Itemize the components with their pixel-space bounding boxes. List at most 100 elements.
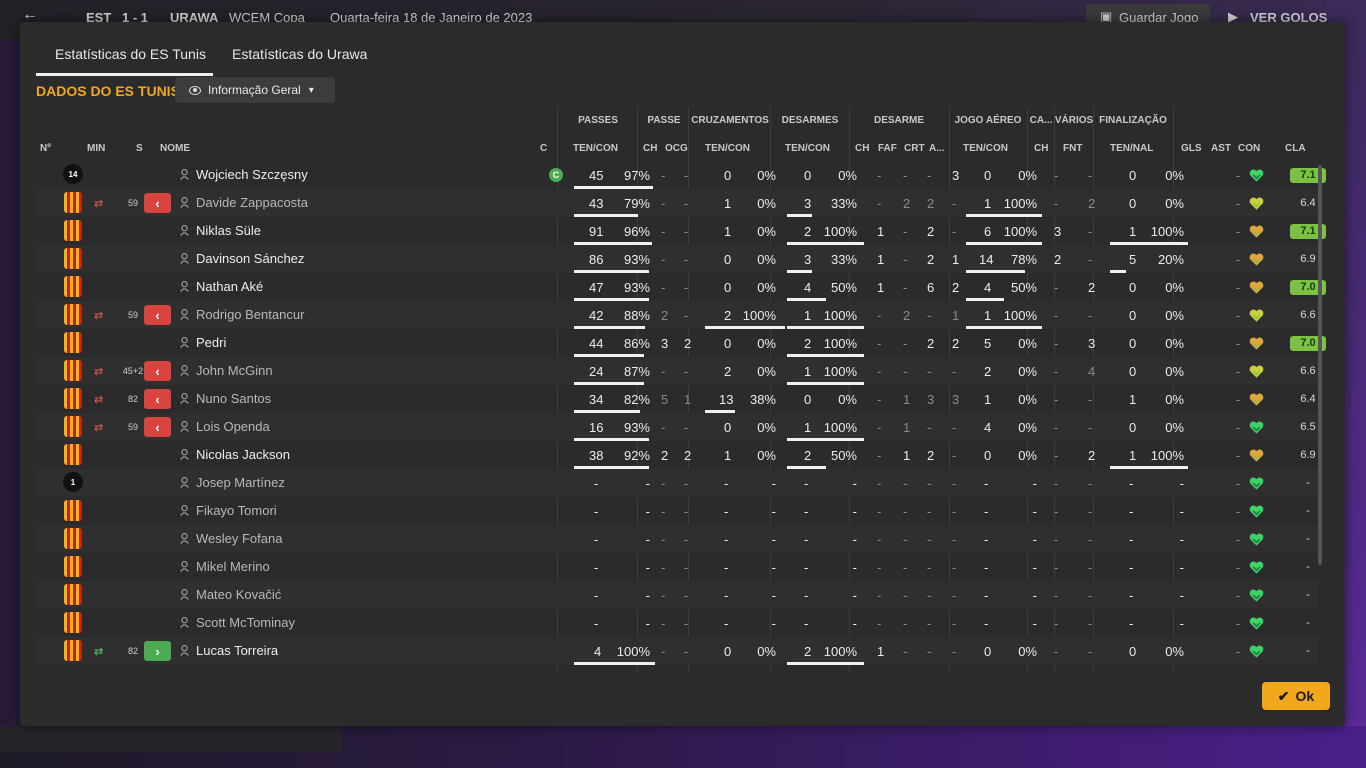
view-dropdown[interactable]: Informação Geral ▾ bbox=[175, 77, 335, 103]
subbed-on-icon[interactable]: › bbox=[144, 641, 171, 661]
table-row[interactable]: Wesley Fofana - - - - - - - - - - - - - - - - - - - - bbox=[36, 525, 1318, 553]
table-row[interactable]: Nathan Aké 47 93% 0 0% 4 50% 4 50% 0 0% - -1-6 2-2-7.… bbox=[36, 273, 1326, 301]
player-profile-icon[interactable] bbox=[180, 505, 189, 516]
player-name[interactable]: Lucas Torreira bbox=[196, 643, 278, 658]
player-profile-icon[interactable] bbox=[180, 393, 189, 404]
scrollbar[interactable] bbox=[1318, 165, 1322, 565]
table-row[interactable]: Fikayo Tomori - - - - - - - - - - - - - - - - - - - - bbox=[36, 497, 1318, 525]
stat-value: - bbox=[661, 420, 666, 435]
player-profile-icon[interactable] bbox=[180, 477, 189, 488]
column-header-passe-ch[interactable]: CH bbox=[643, 143, 657, 154]
player-profile-icon[interactable] bbox=[180, 561, 189, 572]
column-header-ca-ch[interactable]: CH bbox=[1034, 143, 1048, 154]
tab-es-tunis[interactable]: Estatísticas do ES Tunis bbox=[55, 46, 206, 62]
section-title: DADOS DO ES TUNIS bbox=[36, 83, 180, 99]
column-header-no[interactable]: Nº bbox=[40, 143, 51, 154]
player-name[interactable]: Fikayo Tomori bbox=[196, 503, 277, 518]
stat-value: 2 bbox=[684, 336, 692, 351]
column-header-passes[interactable]: TEN/CON bbox=[573, 143, 618, 154]
table-row[interactable]: Pedri 44 86% 0 0% 2 100% 5 0% 0 0% 3 2- -2 2-3-7.0 bbox=[36, 329, 1326, 357]
table-row[interactable]: Nicolas Jackson 38 92% 1 0% 2 50% 0 0% 1 100% 2 2-1 2… bbox=[36, 441, 1318, 469]
table-row[interactable]: Davinson Sánchez 86 93% 0 0% 3 33% 14 78% 5 20% - - 1… bbox=[36, 245, 1318, 273]
table-row[interactable]: ⇄ 82 ‹ Nuno Santos 34 82% 13 38% 0 0% 1 0% 1 0% 5 1-1 3 3… bbox=[36, 385, 1318, 413]
subbed-off-icon[interactable]: ‹ bbox=[144, 361, 171, 381]
player-profile-icon[interactable] bbox=[180, 197, 189, 208]
player-name[interactable]: Niklas Süle bbox=[196, 223, 261, 238]
column-header-ast[interactable]: AST bbox=[1211, 143, 1231, 154]
column-header-c[interactable]: C bbox=[540, 143, 547, 154]
player-name[interactable]: Wojciech Szczęsny bbox=[196, 167, 308, 182]
table-row[interactable]: Mateo Kovačić - - - - - - - - - - - - - - - - - - - - bbox=[36, 581, 1318, 609]
back-arrow-icon[interactable]: ← bbox=[22, 6, 38, 22]
subbed-off-icon[interactable]: ‹ bbox=[144, 305, 171, 325]
column-header-cla[interactable]: CLA bbox=[1285, 143, 1306, 154]
column-header-min[interactable]: MIN bbox=[87, 143, 105, 154]
stat-value: - bbox=[877, 336, 882, 351]
view-goals-label[interactable]: VER GOLOS bbox=[1250, 10, 1327, 22]
subbed-off-icon[interactable]: ‹ bbox=[144, 389, 171, 409]
player-profile-icon[interactable] bbox=[180, 169, 189, 180]
table-row[interactable]: ⇄ 59 ‹ Rodrigo Bentancur 42 88% 2 100% 1 100% 1 100… bbox=[36, 301, 1318, 329]
table-row[interactable]: ⇄ 59 ‹ Lois Openda 16 93% 0 0% 1 100% 4 0% 0 0% - - - 1 - -… bbox=[36, 413, 1318, 441]
column-header-des-a[interactable]: A... bbox=[929, 143, 945, 154]
stat-value: - bbox=[1236, 252, 1241, 267]
player-name[interactable]: Davinson Sánchez bbox=[196, 251, 304, 266]
stat-value: - bbox=[927, 168, 932, 183]
player-profile-icon[interactable] bbox=[180, 225, 189, 236]
player-name[interactable]: Josep Martínez bbox=[196, 475, 285, 490]
player-name[interactable]: Lois Openda bbox=[196, 419, 270, 434]
table-row[interactable]: Niklas Süle 91 96% 1 0% 2 100% 6 100% 1 100% - - 1 - 2 -… bbox=[36, 217, 1326, 245]
column-header-des-ch[interactable]: CH bbox=[855, 143, 869, 154]
player-profile-icon[interactable] bbox=[180, 253, 189, 264]
stat-value: - bbox=[594, 560, 599, 575]
stat-value: 0 bbox=[1129, 420, 1137, 435]
column-header-con[interactable]: CON bbox=[1238, 143, 1260, 154]
player-profile-icon[interactable] bbox=[180, 281, 189, 292]
ok-button[interactable]: ✔ Ok bbox=[1262, 682, 1330, 710]
stat-percent: 100% bbox=[823, 364, 857, 379]
table-row[interactable]: ⇄ 82 › Lucas Torreira 4 100% 0 0% 2 100% 0 0% 0 0% - - 1… bbox=[36, 637, 1318, 665]
table-row[interactable]: ⇄ 59 ‹ Davide Zappacosta 43 79% 1 0% 3 33% 1 100% 0 0… bbox=[36, 189, 1318, 217]
column-header-desarmes[interactable]: TEN/CON bbox=[785, 143, 830, 154]
player-profile-icon[interactable] bbox=[180, 617, 189, 628]
player-name[interactable]: John McGinn bbox=[196, 363, 273, 378]
column-header-var-fnt[interactable]: FNT bbox=[1063, 143, 1082, 154]
player-profile-icon[interactable] bbox=[180, 589, 189, 600]
subbed-off-icon[interactable]: ‹ bbox=[144, 417, 171, 437]
player-name[interactable]: Nathan Aké bbox=[196, 279, 263, 294]
player-profile-icon[interactable] bbox=[180, 337, 189, 348]
column-header-des-faf[interactable]: FAF bbox=[878, 143, 897, 154]
player-profile-icon[interactable] bbox=[180, 309, 189, 320]
player-name[interactable]: Mikel Merino bbox=[196, 559, 270, 574]
player-profile-icon[interactable] bbox=[180, 645, 189, 656]
player-profile-icon[interactable] bbox=[180, 449, 189, 460]
column-header-cruz[interactable]: TEN/CON bbox=[705, 143, 750, 154]
table-row[interactable]: ⇄ 45+2 ‹ John McGinn 24 87% 2 0% 1 100% 2 0% 0 0% - - - -… bbox=[36, 357, 1318, 385]
eye-icon bbox=[189, 85, 201, 95]
column-header-s[interactable]: S bbox=[136, 143, 143, 154]
player-profile-icon[interactable] bbox=[180, 365, 189, 376]
column-header-aereo[interactable]: TEN/CON bbox=[963, 143, 1008, 154]
table-row[interactable]: Scott McTominay - - - - - - - - - - - - - - - - - - - - bbox=[36, 609, 1318, 637]
table-row[interactable]: Mikel Merino - - - - - - - - - - - - - - - - - - - - bbox=[36, 553, 1318, 581]
column-header-gls[interactable]: GLS bbox=[1181, 143, 1202, 154]
column-header-passe-ocg[interactable]: OCG bbox=[665, 143, 688, 154]
subbed-off-icon[interactable]: ‹ bbox=[144, 193, 171, 213]
player-name[interactable]: Davide Zappacosta bbox=[196, 195, 308, 210]
player-name[interactable]: Pedri bbox=[196, 335, 226, 350]
column-header-des-crt[interactable]: CRT bbox=[904, 143, 925, 154]
player-profile-icon[interactable] bbox=[180, 533, 189, 544]
tab-urawa[interactable]: Estatísticas do Urawa bbox=[232, 46, 367, 62]
player-name[interactable]: Rodrigo Bentancur bbox=[196, 307, 304, 322]
player-name[interactable]: Mateo Kovačić bbox=[196, 587, 281, 602]
player-name[interactable]: Nicolas Jackson bbox=[196, 447, 290, 462]
player-name[interactable]: Wesley Fofana bbox=[196, 531, 282, 546]
table-row[interactable]: 1 Josep Martínez - - - - - - - - - - - - - - - - - - - - bbox=[36, 469, 1318, 497]
stat-value: - bbox=[952, 504, 957, 519]
player-name[interactable]: Nuno Santos bbox=[196, 391, 271, 406]
player-name[interactable]: Scott McTominay bbox=[196, 615, 295, 630]
column-header-fin[interactable]: TEN/NAL bbox=[1110, 143, 1153, 154]
player-profile-icon[interactable] bbox=[180, 421, 189, 432]
table-row[interactable]: 14 Wojciech Szczęsny C 45 97% 0 0% 0 0% 0 0% 0 0% - - -… bbox=[36, 161, 1326, 189]
column-header-nome[interactable]: NOME bbox=[160, 143, 190, 154]
